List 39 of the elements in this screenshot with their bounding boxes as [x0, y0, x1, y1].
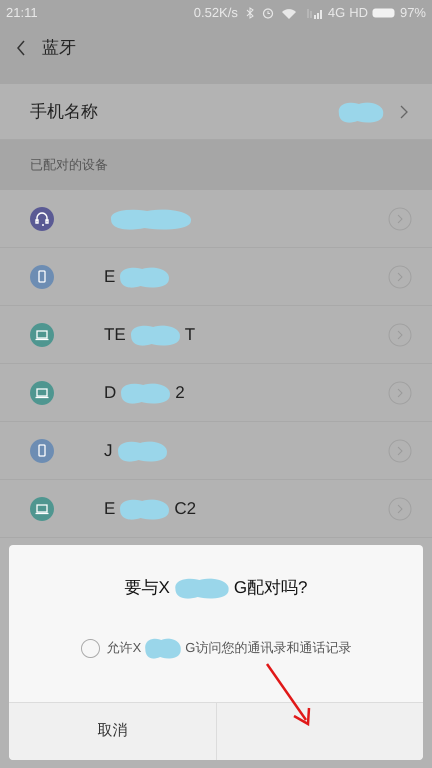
device-name: E [104, 266, 116, 288]
status-time: 21:11 [6, 4, 38, 22]
permission-checkbox[interactable] [80, 638, 100, 658]
network-speed: 0.52K/s [194, 4, 238, 22]
device-row[interactable]: D 2 [0, 364, 432, 422]
device-row[interactable]: E C2 [0, 480, 432, 538]
permission-label: G访问您的通讯录和通话记录 [185, 639, 352, 658]
details-icon[interactable] [388, 322, 412, 346]
battery-icon [372, 8, 396, 18]
device-row[interactable]: TE T [0, 306, 432, 364]
device-name: J [104, 440, 112, 462]
details-icon[interactable] [388, 496, 412, 520]
network-type: 4G [328, 4, 346, 22]
details-icon[interactable] [388, 438, 412, 462]
details-icon[interactable] [388, 206, 412, 230]
hd-indicator: HD [349, 4, 368, 22]
chevron-icon [400, 104, 408, 118]
device-row[interactable]: E [0, 248, 432, 306]
device-name: 2 [175, 382, 185, 404]
device-name: C2 [174, 498, 196, 520]
dialog-title: G配对吗? [234, 577, 308, 600]
bluetooth-icon [246, 7, 254, 19]
details-icon[interactable] [388, 264, 412, 288]
dialog-title: 要与X [124, 577, 170, 600]
device-name: T [184, 324, 196, 346]
section-title: 已配对的设备 [30, 156, 108, 174]
details-icon[interactable] [388, 380, 412, 404]
cancel-button[interactable]: 取消 [9, 703, 216, 760]
pair-button[interactable] [216, 703, 423, 760]
back-icon[interactable] [16, 40, 26, 56]
alarm-icon [262, 7, 274, 19]
device-name: D [104, 382, 116, 404]
permission-label: 允许X [106, 639, 142, 658]
device-name: E [104, 498, 116, 520]
wifi-icon [282, 8, 296, 18]
device-name: TE [104, 324, 126, 346]
battery-percent: 97% [400, 4, 426, 22]
page-title: 蓝牙 [42, 37, 76, 60]
device-row[interactable]: J [0, 422, 432, 480]
